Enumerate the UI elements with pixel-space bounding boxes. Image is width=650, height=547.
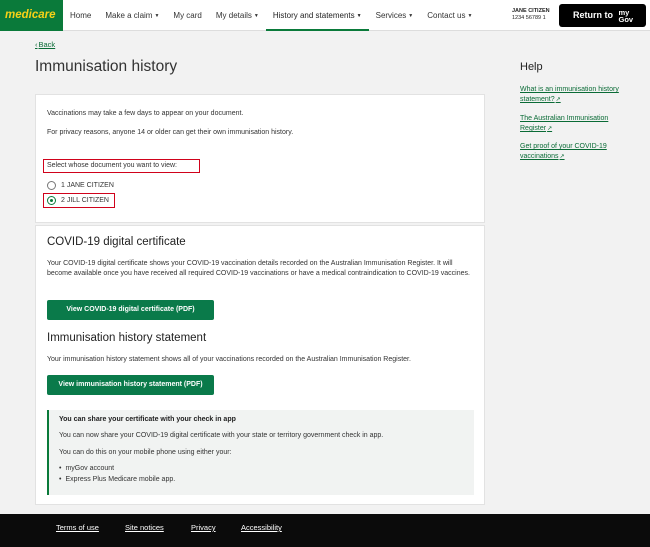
- user-name: JANE CITIZEN: [512, 8, 550, 14]
- share-line-2: You can do this on your mobile phone usi…: [59, 449, 232, 456]
- help-link-immunisation-register[interactable]: The Australian Immunisation Register↗: [520, 114, 635, 134]
- list-item: Express Plus Medicare mobile app.: [59, 474, 175, 485]
- page-title: Immunisation history: [35, 58, 178, 75]
- radio-jane-citizen[interactable]: 1 JANE CITIZEN: [47, 181, 114, 190]
- help-title: Help: [520, 61, 543, 73]
- nav-my-details[interactable]: My details ▼: [209, 0, 266, 31]
- covid-heading: COVID-19 digital certificate: [47, 236, 186, 248]
- user-number: 1234 56789 1: [512, 15, 546, 21]
- nav-home[interactable]: Home: [63, 0, 98, 31]
- statement-body: Your immunisation history statement show…: [47, 356, 411, 363]
- covid-body: Your COVID-19 digital certificate shows …: [47, 260, 470, 277]
- main-nav: Home Make a claim ▼ My card My details ▼ H…: [63, 0, 479, 31]
- caret-down-icon: ▼: [467, 13, 473, 19]
- external-link-icon: ↗: [559, 154, 565, 160]
- user-info: JANE CITIZEN 1234 56789 1: [512, 8, 556, 22]
- radio-circle-icon: [47, 181, 56, 190]
- view-immunisation-statement-button[interactable]: View immunisation history statement (PDF…: [47, 375, 214, 395]
- view-covid-certificate-button[interactable]: View COVID-19 digital certificate (PDF): [47, 300, 214, 320]
- caret-down-icon: ▼: [408, 13, 414, 19]
- footer: Terms of use Site notices Privacy Access…: [0, 514, 650, 547]
- mygov-logo: my Gov: [618, 7, 634, 24]
- person-select-card: Vaccinations may take a few days to appe…: [35, 94, 485, 223]
- statement-heading: Immunisation history statement: [47, 332, 207, 344]
- external-link-icon: ↗: [555, 97, 561, 103]
- select-label: Select whose document you want to view:: [47, 162, 177, 169]
- back-link[interactable]: ‹Back: [35, 40, 55, 49]
- intro-line-2: For privacy reasons, anyone 14 or older …: [47, 129, 294, 136]
- nav-services[interactable]: Services ▼: [369, 0, 421, 31]
- footer-site-notices[interactable]: Site notices: [125, 523, 164, 532]
- footer-terms-of-use[interactable]: Terms of use: [56, 523, 99, 532]
- intro-line-1: Vaccinations may take a few days to appe…: [47, 110, 244, 117]
- caret-down-icon: ▼: [154, 13, 160, 19]
- chevron-left-icon: ‹: [35, 40, 38, 49]
- nav-contact-us[interactable]: Contact us ▼: [420, 0, 479, 31]
- nav-history-and-statements[interactable]: History and statements ▼: [265, 0, 369, 31]
- caret-down-icon: ▼: [253, 13, 259, 19]
- share-options-list: myGov account Express Plus Medicare mobi…: [59, 463, 175, 485]
- share-callout: You can share your certificate with your…: [47, 410, 474, 495]
- list-item: myGov account: [59, 463, 175, 474]
- radio-selected-icon: [47, 196, 56, 205]
- external-link-icon: ↗: [547, 126, 553, 132]
- caret-down-icon: ▼: [356, 13, 362, 19]
- footer-privacy[interactable]: Privacy: [191, 523, 216, 532]
- top-bar: medicare Home Make a claim ▼ My card My d…: [0, 0, 650, 31]
- help-link-immunisation-statement[interactable]: What is an immunisation history statemen…: [520, 85, 635, 105]
- documents-card: COVID-19 digital certificate Your COVID-…: [35, 225, 485, 505]
- share-title: You can share your certificate with your…: [59, 416, 236, 423]
- share-line-1: You can now share your COVID-19 digital …: [59, 432, 384, 439]
- return-to-mygov-button[interactable]: Return to my Gov: [559, 4, 646, 27]
- medicare-logo[interactable]: medicare: [0, 0, 63, 31]
- help-link-covid-proof[interactable]: Get proof of your COVID-19 vaccinations↗: [520, 142, 635, 162]
- nav-make-a-claim[interactable]: Make a claim ▼: [98, 0, 166, 31]
- radio-jill-citizen[interactable]: 2 JILL CITIZEN: [47, 196, 109, 205]
- footer-accessibility[interactable]: Accessibility: [241, 523, 282, 532]
- nav-my-card[interactable]: My card: [166, 0, 208, 31]
